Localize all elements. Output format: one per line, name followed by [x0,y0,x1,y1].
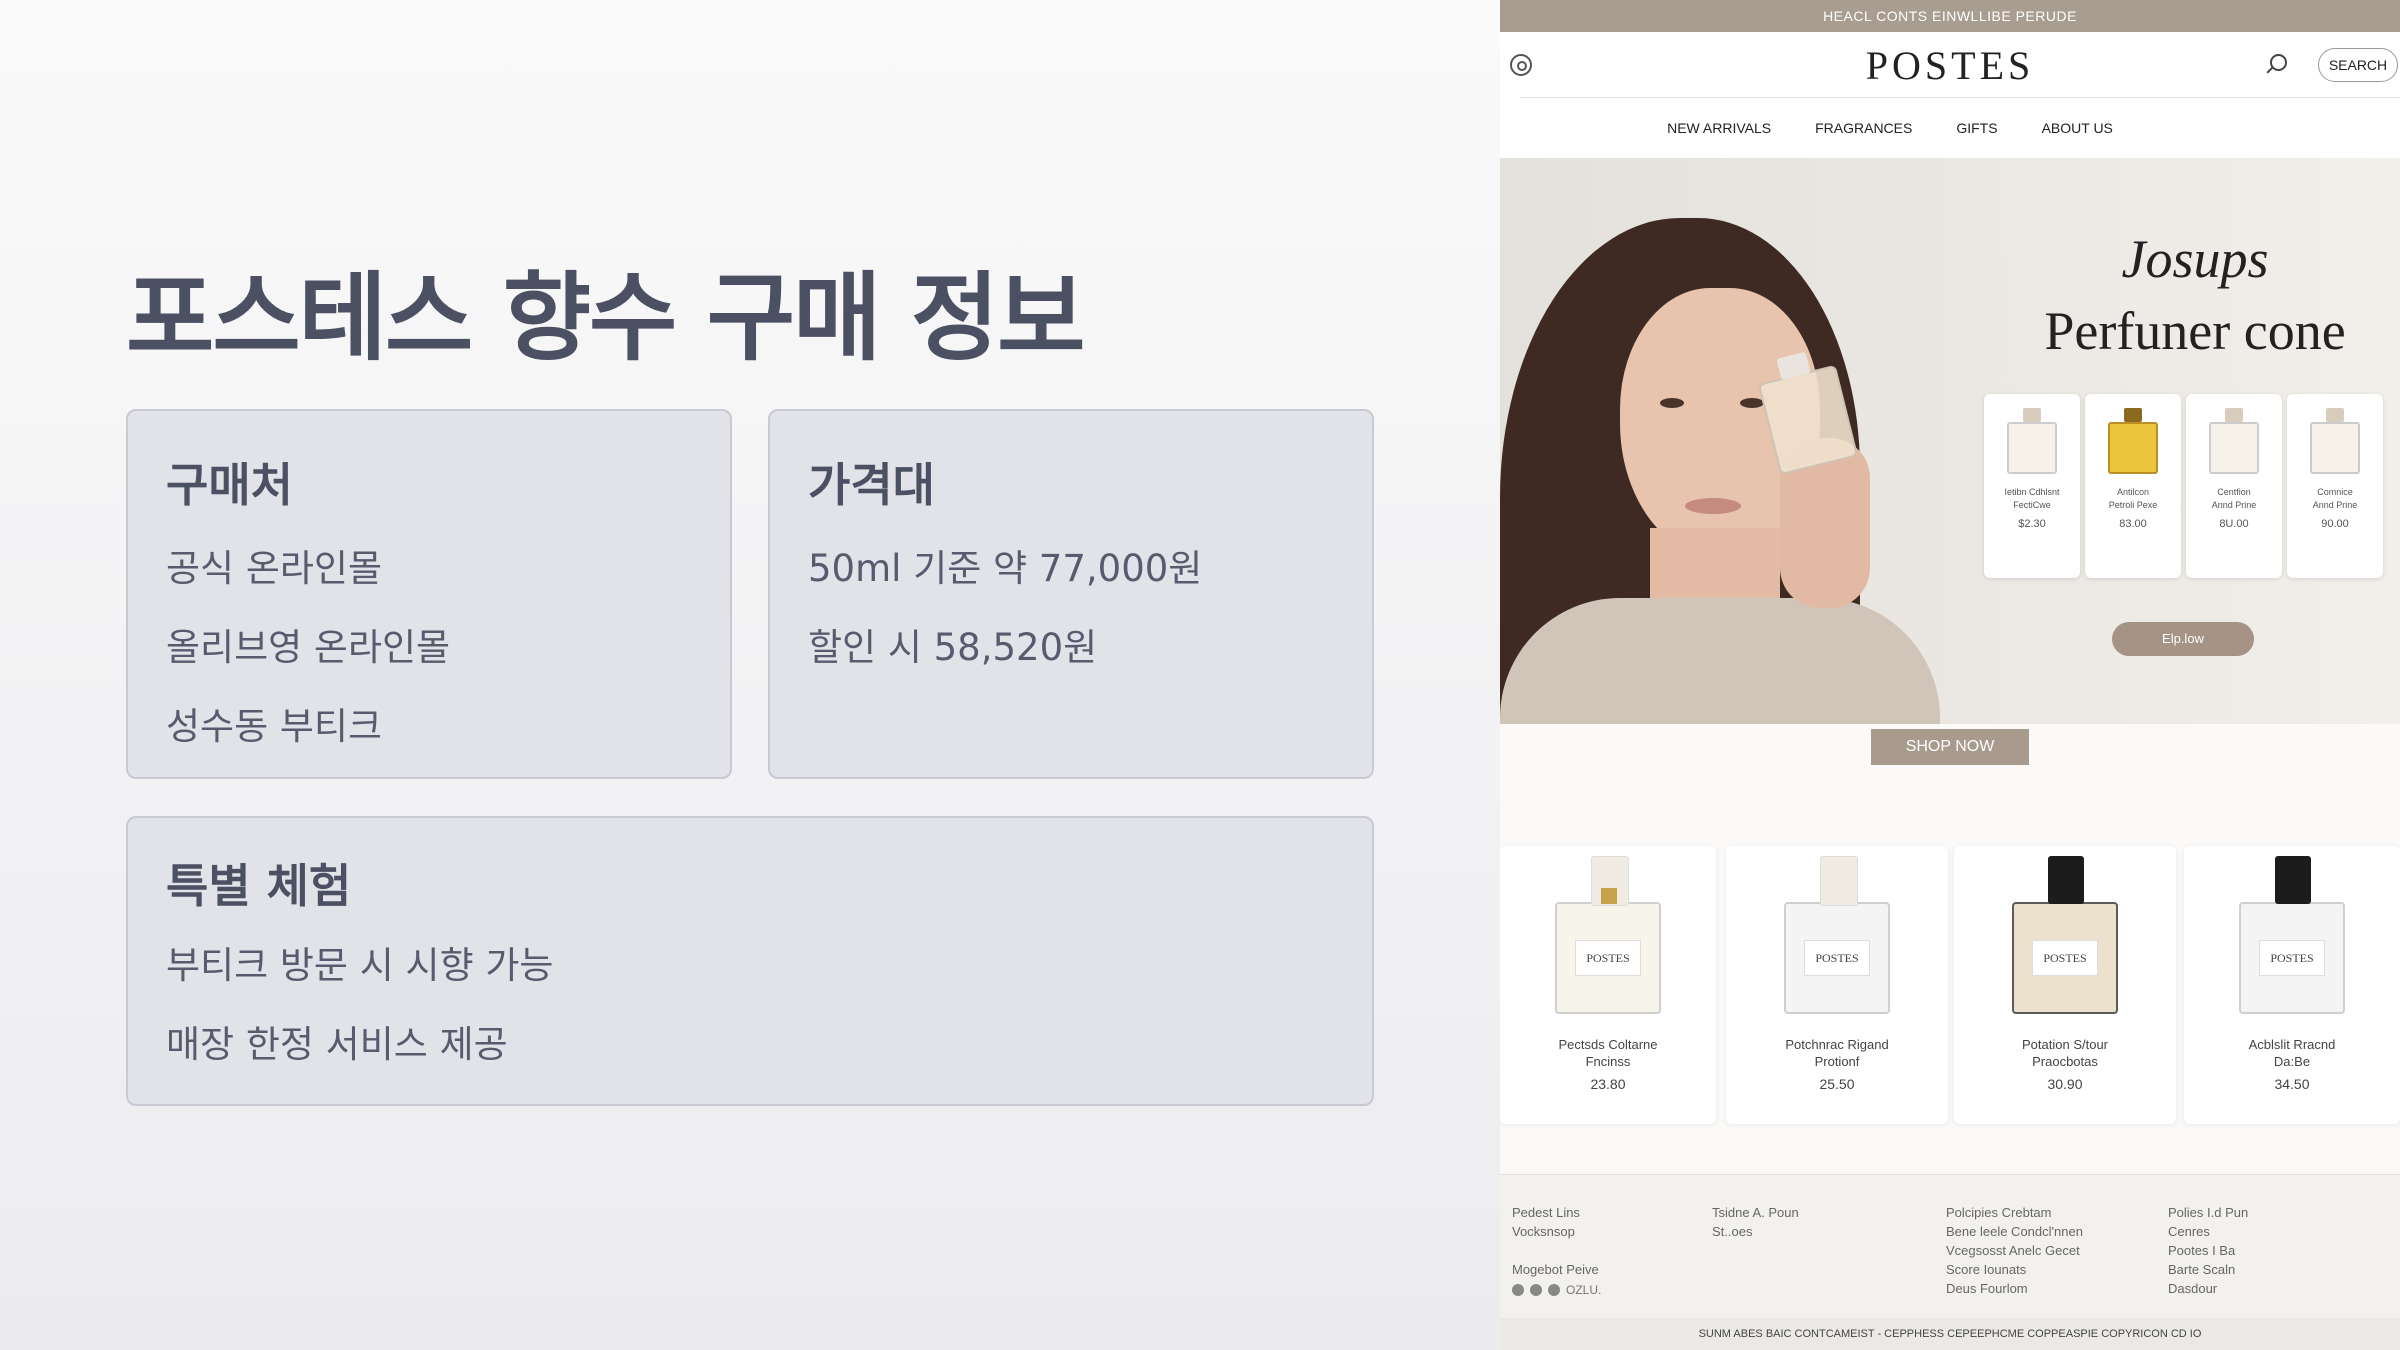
product-price: 23.80 [1590,1076,1626,1092]
nav-gifts[interactable]: GIFTS [1956,120,1997,136]
mini-product-price: 83.00 [2119,518,2147,530]
social-icon[interactable] [1512,1284,1524,1296]
product-name: Acblslit Rracnd Da:Be [2248,1037,2336,1069]
bottle-label: POSTES [1804,940,1870,976]
nav-fragrances[interactable]: FRAGRANCES [1815,120,1912,136]
product-card[interactable]: POSTES Acblslit Rracnd Da:Be 34.50 [2184,846,2400,1124]
bottle-label: POSTES [2259,940,2325,976]
nav-new-arrivals[interactable]: NEW ARRIVALS [1667,120,1771,136]
mini-product-card[interactable]: Ietibn Cdhlsnt FectiCwe $2.30 [1984,394,2080,578]
product-name: Potchnrac Rigand Protionf [1785,1037,1889,1069]
search-button[interactable]: SEARCH [2318,48,2398,82]
mini-product-name: Antilcon Petroli Pexe [2108,487,2158,510]
header-divider [1520,97,2400,98]
card-heading: 가격대 [808,458,935,512]
site-logo[interactable]: POSTES [1500,42,2400,89]
bottle-label: POSTES [1575,940,1641,976]
main-nav: NEW ARRIVALS FRAGRANCES GIFTS ABOUT US [1500,98,2400,158]
social-icon[interactable] [1530,1284,1542,1296]
social-text: OZLU. [1566,1283,1602,1297]
card-price-range: 가격대 50ml 기준 약 77,000원 할인 시 58,520원 [768,409,1374,779]
perfume-bottle-icon: POSTES [2239,856,2345,1014]
footer-col-2[interactable]: Tsidne A. Poun St..oes [1712,1203,1799,1241]
perfume-bottle-icon [2209,408,2259,474]
product-card[interactable]: POSTES Potchnrac Rigand Protionf 25.50 [1726,846,1948,1124]
announcement-bar: HEACL CONTS EINWLLIBE PERUDE [1500,0,2400,32]
mini-product-price: 8U.00 [2219,518,2249,530]
card-purchase-locations: 구매처 공식 온라인몰 올리브영 온라인몰 성수동 부티크 [126,409,732,779]
perfume-bottle-icon: POSTES [1784,856,1890,1014]
card-line: 부티크 방문 시 시향 가능 [166,944,554,987]
footer-col-3[interactable]: Polcipies Crebtam Bene leele Condcl'nnen… [1946,1203,2083,1298]
explore-button[interactable]: Elp.low [2112,622,2254,656]
bottle-label: POSTES [2032,940,2098,976]
mini-product-card[interactable]: Comnice Annd Prine 90.00 [2287,394,2383,578]
nav-about-us[interactable]: ABOUT US [2042,120,2113,136]
card-line: 공식 온라인몰 [166,547,383,590]
perfume-bottle-icon [2310,408,2360,474]
website-screenshot: HEACL CONTS EINWLLIBE PERUDE POSTES SEAR… [1500,0,2400,1350]
hero-title-line2: Perfuner cone [2044,301,2346,361]
card-line: 50ml 기준 약 77,000원 [808,547,1203,590]
product-card[interactable]: POSTES Potation S/tour Praocbotas 30.90 [1954,846,2176,1124]
hero-title-line1: Josups [2121,229,2269,289]
mini-product-name: Comnice Annd Prine [2312,487,2358,510]
perfume-bottle-icon: POSTES [1555,856,1661,1014]
model-lips [1685,498,1741,514]
mini-product-name: Centfion Annd Prine [2211,487,2257,510]
card-line: 올리브영 온라인몰 [166,626,451,669]
card-line: 성수동 부티크 [166,705,383,748]
product-price: 25.50 [1819,1076,1855,1092]
search-icon[interactable] [2270,54,2287,71]
footer-col-4[interactable]: Polies I.d Pun Cenres Pootes I Ba Barte … [2168,1203,2248,1298]
card-line: 할인 시 58,520원 [808,626,1098,669]
perfume-bottle-icon [2007,408,2057,474]
mini-product-price: $2.30 [2018,518,2046,530]
perfume-bottle-icon: POSTES [2012,856,2118,1014]
card-line: 매장 한정 서비스 제공 [166,1023,508,1066]
footer-bottom-bar: SUNM ABES BAIC CONTCAMEIST - CEPPHESS CE… [1500,1318,2400,1350]
site-header: POSTES SEARCH [1500,32,2400,98]
card-heading: 특별 체험 [166,859,352,913]
product-name: Potation S/tour Praocbotas [2022,1037,2108,1069]
model-sweater [1500,598,1940,724]
perfume-bottle-icon [2108,408,2158,474]
product-name: Pectsds Coltarne Fncinss [1558,1037,1658,1069]
mini-product-card[interactable]: Antilcon Petroli Pexe 83.00 [2085,394,2181,578]
slide-title: 포스테스 향수 구매 정보 [126,262,1085,374]
product-price: 30.90 [2047,1076,2083,1092]
mini-product-card[interactable]: Centfion Annd Prine 8U.00 [2186,394,2282,578]
product-card[interactable]: POSTES Pectsds Coltarne Fncinss 23.80 [1500,846,1716,1124]
card-heading: 구매처 [166,458,293,512]
site-footer: Pedest Lins Vocksnsop Mogebot Peive Tsid… [1500,1174,2400,1318]
hero-banner: Josups Perfuner cone Ietibn Cdhlsnt Fect… [1500,158,2400,724]
card-special-experience: 특별 체험 부티크 방문 시 시향 가능 매장 한정 서비스 제공 [126,816,1374,1106]
footer-col-1[interactable]: Pedest Lins Vocksnsop Mogebot Peive [1512,1203,1599,1279]
social-links: OZLU. [1512,1283,1601,1297]
shop-now-button[interactable]: SHOP NOW [1871,729,2029,765]
mini-product-price: 90.00 [2321,518,2349,530]
mini-product-name: Ietibn Cdhlsnt FectiCwe [2004,487,2060,510]
social-icon[interactable] [1548,1284,1560,1296]
product-price: 34.50 [2274,1076,2310,1092]
